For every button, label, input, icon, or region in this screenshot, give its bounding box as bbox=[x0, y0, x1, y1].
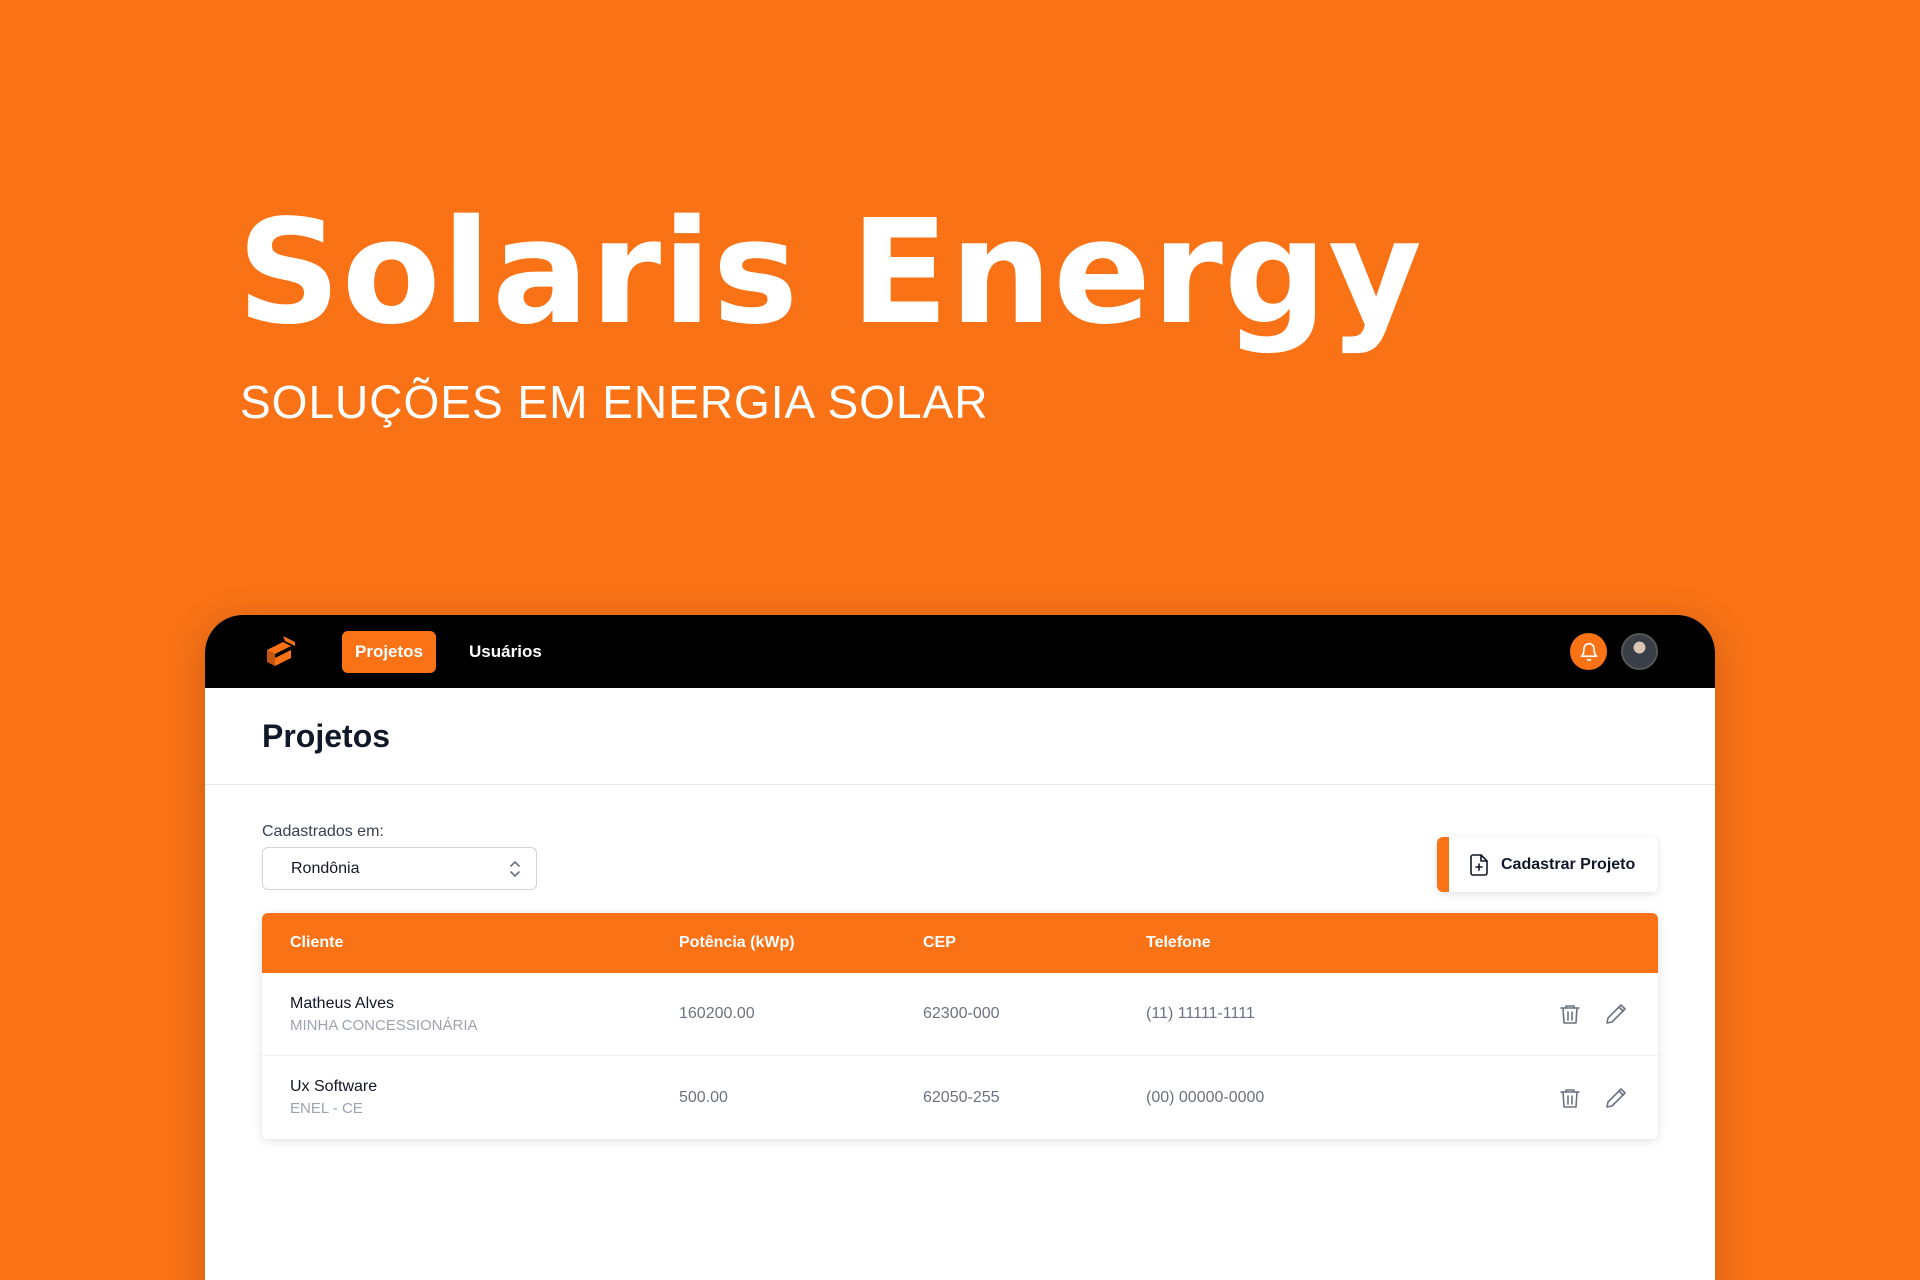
chevron-up-down-icon bbox=[510, 860, 520, 877]
content: Cadastrados em: Rondônia Cadastrar Proje… bbox=[205, 785, 1715, 1139]
row-actions bbox=[1496, 1002, 1658, 1026]
phone-cell: (11) 11111-1111 bbox=[1146, 1005, 1255, 1022]
client-concessionaire: ENEL - CE bbox=[290, 1100, 363, 1117]
hero-title: Solaris Energy bbox=[237, 188, 1423, 356]
add-project-label: Cadastrar Projeto bbox=[1501, 855, 1636, 873]
power-cell: 160200.00 bbox=[679, 1005, 755, 1022]
table-row[interactable]: Ux Software ENEL - CE 500.00 62050-255 (… bbox=[262, 1056, 1658, 1139]
column-header-telefone: Telefone bbox=[1146, 934, 1211, 951]
column-header-potencia: Potência (kWp) bbox=[679, 934, 795, 951]
pencil-icon[interactable] bbox=[1604, 1086, 1628, 1110]
page-header: Projetos bbox=[205, 688, 1715, 785]
file-plus-icon bbox=[1470, 853, 1488, 876]
phone-cell: (00) 00000-0000 bbox=[1146, 1088, 1265, 1106]
state-select-value: Rondônia bbox=[291, 859, 360, 877]
app-window: Projetos Usuários Projetos Cadastrados e… bbox=[205, 615, 1715, 1280]
client-cell: Ux Software ENEL - CE bbox=[262, 1078, 679, 1117]
cep-cell: 62300-000 bbox=[923, 1005, 1000, 1022]
user-avatar[interactable] bbox=[1621, 633, 1658, 670]
row-actions bbox=[1496, 1086, 1658, 1110]
power-cell: 500.00 bbox=[679, 1088, 728, 1106]
hero-subtitle: SOLUÇÕES EM ENERGIA SOLAR bbox=[240, 376, 989, 428]
client-cell: Matheus Alves MINHA CONCESSIONÁRIA bbox=[262, 995, 679, 1034]
column-header-cliente: Cliente bbox=[290, 934, 344, 951]
projects-table: Cliente Potência (kWp) CEP Telefone Math… bbox=[262, 913, 1658, 1139]
table-row[interactable]: Matheus Alves MINHA CONCESSIONÁRIA 16020… bbox=[262, 973, 1658, 1056]
nav-item-usuarios[interactable]: Usuários bbox=[456, 631, 555, 673]
add-project-button[interactable]: Cadastrar Projeto bbox=[1437, 837, 1658, 892]
solaris-logo-icon[interactable] bbox=[265, 635, 295, 668]
topbar: Projetos Usuários bbox=[205, 615, 1715, 688]
state-select[interactable]: Rondônia bbox=[262, 847, 537, 890]
notifications-button[interactable] bbox=[1570, 633, 1607, 670]
nav-item-projetos[interactable]: Projetos bbox=[342, 630, 437, 673]
client-name: Matheus Alves bbox=[290, 994, 395, 1012]
column-header-cep: CEP bbox=[923, 934, 956, 951]
client-name: Ux Software bbox=[290, 1078, 378, 1095]
client-concessionaire: MINHA CONCESSIONÁRIA bbox=[290, 1016, 478, 1034]
page-title: Projetos bbox=[262, 717, 391, 754]
table-header: Cliente Potência (kWp) CEP Telefone bbox=[262, 913, 1658, 973]
trash-icon[interactable] bbox=[1558, 1086, 1582, 1110]
cep-cell: 62050-255 bbox=[923, 1088, 1000, 1106]
bell-icon bbox=[1580, 642, 1597, 661]
pencil-icon[interactable] bbox=[1604, 1002, 1628, 1026]
trash-icon[interactable] bbox=[1558, 1002, 1582, 1026]
